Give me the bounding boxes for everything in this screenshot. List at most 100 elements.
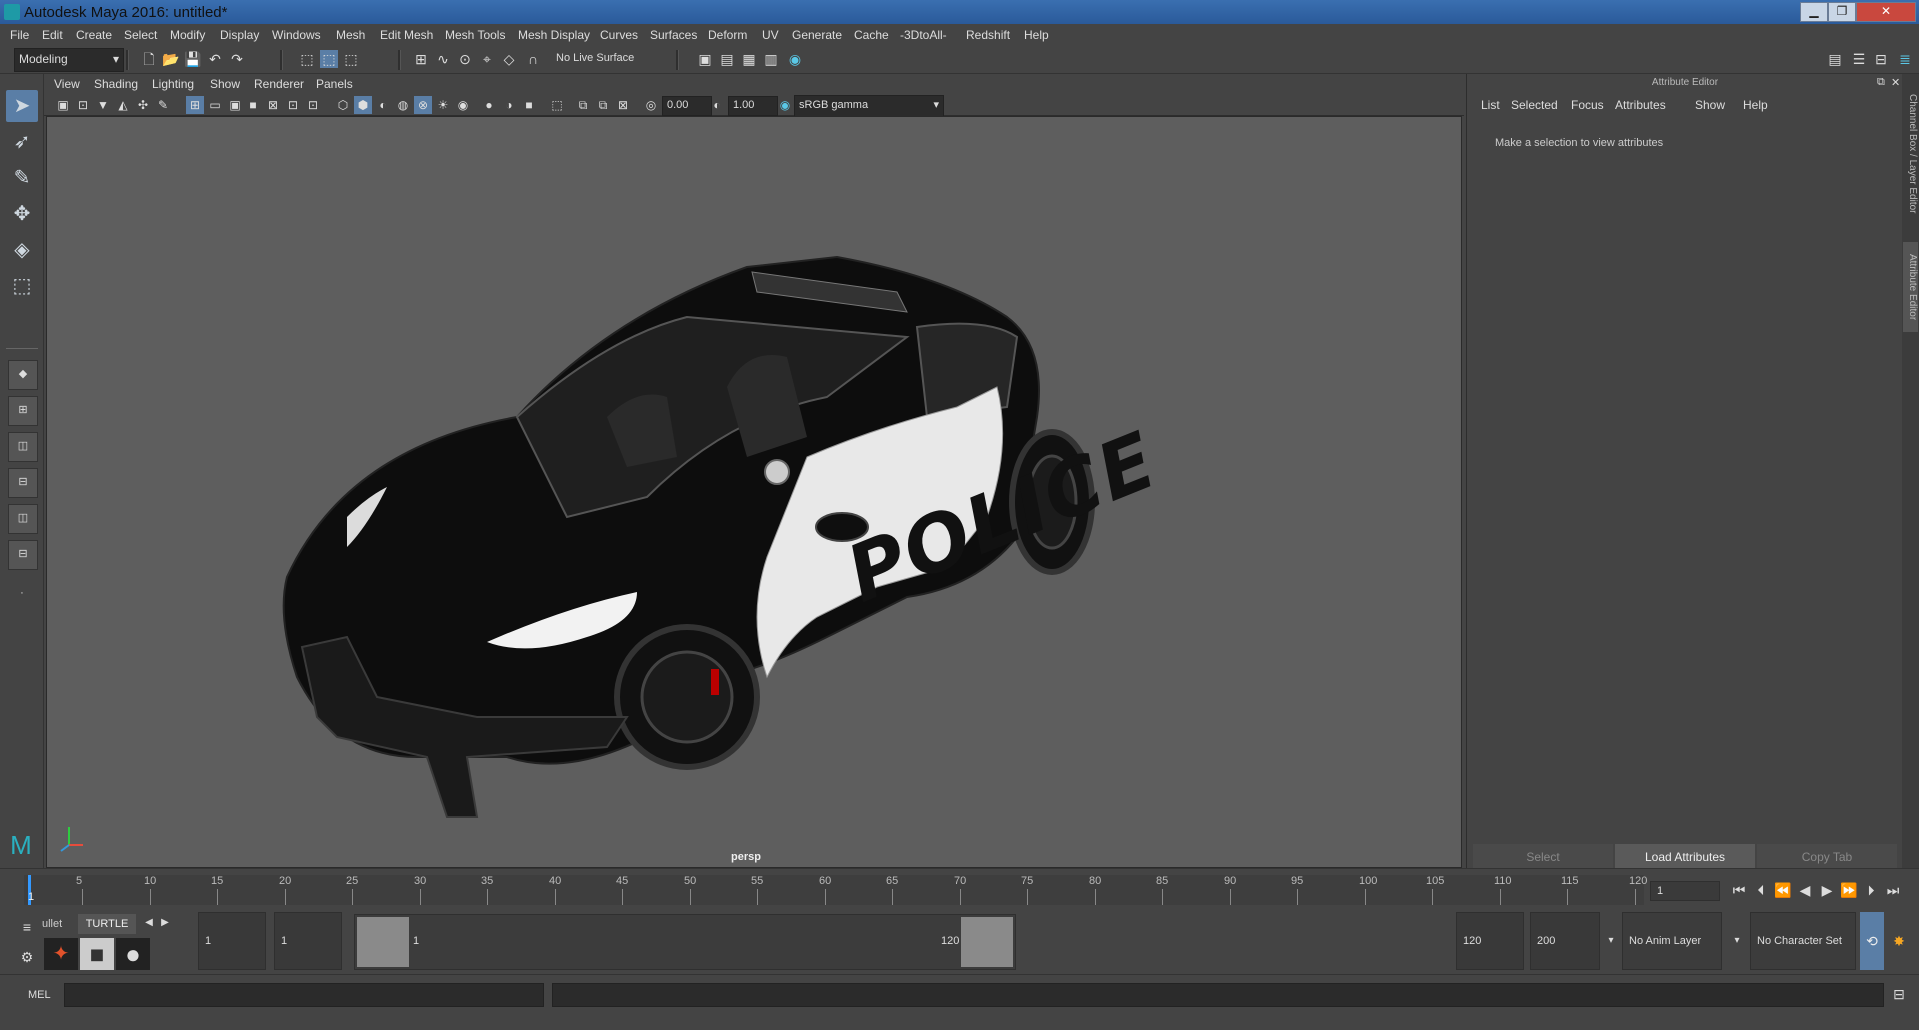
select-tool-icon[interactable]: ➤: [6, 90, 38, 122]
view-transform-dropdown[interactable]: sRGB gamma ▾: [794, 95, 944, 117]
viewport-menu-renderer[interactable]: Renderer: [254, 77, 304, 91]
range-slider[interactable]: 1 120: [354, 914, 1016, 970]
scale-tool-icon[interactable]: ⬚: [6, 270, 38, 302]
shelf-scroll-right-icon[interactable]: ▶: [156, 914, 174, 932]
grid-icon[interactable]: ⊞: [186, 96, 204, 114]
playback-start-field[interactable]: 1: [274, 912, 342, 970]
range-start-handle[interactable]: [357, 917, 409, 967]
four-view-layout-icon[interactable]: ⊞: [8, 396, 38, 426]
menu-edit-mesh[interactable]: Edit Mesh: [380, 28, 433, 42]
lasso-tool-icon[interactable]: ➶: [6, 126, 38, 158]
use-all-lights-icon[interactable]: ⊗: [414, 96, 432, 114]
menu-set-dropdown[interactable]: Modeling ▾: [14, 48, 124, 72]
minimize-button[interactable]: ▁: [1800, 2, 1828, 22]
shelf-menu-icon[interactable]: ≡: [18, 918, 36, 936]
live-surface-label[interactable]: No Live Surface: [556, 52, 634, 64]
play-backwards-icon[interactable]: ◀: [1796, 881, 1814, 899]
attr-menu-show[interactable]: Show: [1695, 98, 1725, 112]
range-end-handle[interactable]: [961, 917, 1013, 967]
rotate-tool-icon[interactable]: ◈: [6, 234, 38, 266]
new-scene-icon[interactable]: 🗋: [140, 50, 158, 68]
command-input[interactable]: [64, 983, 544, 1007]
isolate-select-icon[interactable]: ⬚: [548, 96, 566, 114]
menu-help[interactable]: Help: [1024, 28, 1049, 42]
camera-lock-icon[interactable]: ⊡: [74, 96, 92, 114]
gamma-icon[interactable]: ◐: [708, 96, 726, 114]
snap-curve-icon[interactable]: ∿: [434, 50, 452, 68]
step-back-frame-icon[interactable]: ⏴: [1752, 881, 1770, 899]
time-slider[interactable]: 1 5 10 15 20 25 30 35 40 45 50 55 60 65 70 75 80 85 90 95 1…: [0, 868, 1919, 908]
wireframe-on-shaded-icon[interactable]: ◐: [374, 96, 392, 114]
gamma-field[interactable]: 1.00: [728, 96, 778, 116]
render-frame-icon[interactable]: ▤: [718, 50, 736, 68]
command-language-label[interactable]: MEL: [28, 989, 51, 1001]
step-forward-frame-icon[interactable]: ⏵: [1862, 881, 1880, 899]
save-scene-icon[interactable]: 💾: [184, 50, 202, 68]
step-forward-key-icon[interactable]: ⏩: [1840, 881, 1858, 899]
menu-mesh-display[interactable]: Mesh Display: [518, 28, 590, 42]
play-forwards-icon[interactable]: ▶: [1818, 881, 1836, 899]
depth-of-field-icon[interactable]: ■: [520, 96, 538, 114]
close-panel-icon[interactable]: ✕: [1891, 76, 1900, 89]
shelf-tab-turtle[interactable]: TURTLE: [78, 914, 136, 934]
attr-menu-focus[interactable]: Focus: [1571, 98, 1604, 112]
xray-components-icon[interactable]: ⊠: [614, 96, 632, 114]
menu-create[interactable]: Create: [76, 28, 112, 42]
viewport-menu-lighting[interactable]: Lighting: [152, 77, 194, 91]
menu-redshift[interactable]: Redshift: [966, 28, 1010, 42]
go-to-end-icon[interactable]: ⏭: [1884, 881, 1902, 899]
copy-tab-button[interactable]: Copy Tab: [1757, 844, 1897, 870]
persp-graph-layout-icon[interactable]: ◫: [8, 504, 38, 534]
step-back-key-icon[interactable]: ⏪: [1774, 881, 1792, 899]
viewport-menu-panels[interactable]: Panels: [316, 77, 353, 91]
snap-point-icon[interactable]: ⊙: [456, 50, 474, 68]
two-view-layout-icon[interactable]: ◫: [8, 432, 38, 462]
character-set-dropdown[interactable]: No Character Set: [1750, 912, 1856, 970]
exposure-icon[interactable]: ◎: [642, 96, 660, 114]
chevron-down-icon[interactable]: ▾: [1728, 932, 1746, 950]
two-d-pan-icon[interactable]: ✣: [134, 96, 152, 114]
select-object-icon[interactable]: ⬚: [320, 50, 338, 68]
perspective-viewport[interactable]: POLICE persp: [46, 116, 1462, 868]
go-to-start-icon[interactable]: ⏮: [1730, 881, 1748, 899]
menu-cache[interactable]: Cache: [854, 28, 889, 42]
attr-menu-list[interactable]: List: [1481, 98, 1500, 112]
safe-title-icon[interactable]: ⊡: [304, 96, 322, 114]
anim-layer-dropdown[interactable]: No Anim Layer: [1622, 912, 1722, 970]
menu-display[interactable]: Display: [220, 28, 259, 42]
paint-select-tool-icon[interactable]: ✎: [6, 162, 38, 194]
bookmark-icon[interactable]: ▼: [94, 96, 112, 114]
undo-icon[interactable]: ↶: [206, 50, 224, 68]
maximize-button[interactable]: ❐: [1828, 2, 1856, 22]
attr-menu-selected[interactable]: Selected: [1511, 98, 1558, 112]
screen-space-ao-icon[interactable]: ◉: [454, 96, 472, 114]
police-car-model[interactable]: [47, 117, 1462, 868]
grease-pencil-icon[interactable]: ✎: [154, 96, 172, 114]
film-gate-icon[interactable]: ▭: [206, 96, 224, 114]
outliner-icon[interactable]: ☰: [1850, 50, 1868, 68]
viewport-menu-shading[interactable]: Shading: [94, 77, 138, 91]
color-management-icon[interactable]: ◉: [776, 96, 794, 114]
hypershade-icon[interactable]: ◉: [786, 50, 804, 68]
viewport-menu-view[interactable]: View: [54, 77, 80, 91]
field-chart-icon[interactable]: ⊠: [264, 96, 282, 114]
chevron-down-icon[interactable]: ▾: [1602, 932, 1620, 950]
menu-windows[interactable]: Windows: [272, 28, 321, 42]
redo-icon[interactable]: ↷: [228, 50, 246, 68]
close-button[interactable]: ✕: [1856, 2, 1916, 22]
float-panel-icon[interactable]: ⧉: [1877, 76, 1885, 89]
menu-mesh[interactable]: Mesh: [336, 28, 365, 42]
turtle-bake-icon[interactable]: ◼: [80, 938, 114, 970]
resolution-gate-icon[interactable]: ▣: [226, 96, 244, 114]
wireframe-icon[interactable]: ⬡: [334, 96, 352, 114]
select-hierarchy-icon[interactable]: ⬚: [298, 50, 316, 68]
select-component-icon[interactable]: ⬚: [342, 50, 360, 68]
single-view-layout-icon[interactable]: ◆: [8, 360, 38, 390]
exposure-field[interactable]: 0.00: [662, 96, 712, 116]
menu-file[interactable]: File: [10, 28, 29, 42]
channel-box-icon[interactable]: ≣: [1896, 50, 1914, 68]
viewport-menu-show[interactable]: Show: [210, 77, 240, 91]
attribute-editor-tab[interactable]: Attribute Editor: [1903, 242, 1918, 332]
snap-surface-icon[interactable]: ◇: [500, 50, 518, 68]
shelf-tab-bullet[interactable]: ullet: [42, 918, 62, 930]
